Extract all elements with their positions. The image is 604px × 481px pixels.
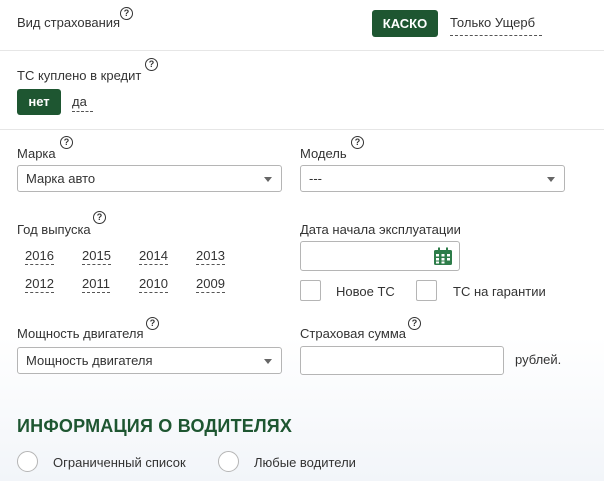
brand-label: Марка <box>17 146 56 161</box>
divider <box>0 129 604 130</box>
kasko-button[interactable]: КАСКО <box>372 10 438 37</box>
credit-yes-option[interactable]: да <box>72 94 93 112</box>
any-drivers-label: Любые водители <box>254 455 356 470</box>
model-select-value: --- <box>309 171 322 186</box>
power-label: Мощность двигателя <box>17 326 144 341</box>
chevron-down-icon <box>547 177 555 182</box>
model-label: Модель <box>300 146 347 161</box>
help-icon[interactable]: ? <box>146 317 159 330</box>
help-icon[interactable]: ? <box>351 136 364 149</box>
power-select-value: Мощность двигателя <box>26 353 153 368</box>
new-vehicle-label: Новое ТС <box>336 284 395 299</box>
help-icon[interactable]: ? <box>145 58 158 71</box>
help-icon[interactable]: ? <box>93 211 106 224</box>
year-option[interactable]: 2016 <box>25 248 54 265</box>
limited-list-label: Ограниченный список <box>53 455 186 470</box>
sum-input[interactable] <box>300 346 504 375</box>
chevron-down-icon <box>264 359 272 364</box>
credit-label: ТС куплено в кредит <box>17 68 142 83</box>
help-icon[interactable]: ? <box>60 136 73 149</box>
chevron-down-icon <box>264 177 272 182</box>
year-option[interactable]: 2015 <box>82 248 111 265</box>
any-drivers-radio[interactable] <box>218 451 239 472</box>
power-select[interactable]: Мощность двигателя <box>17 347 282 374</box>
operation-start-label: Дата начала эксплуатации <box>300 222 461 237</box>
help-icon[interactable]: ? <box>408 317 421 330</box>
calendar-icon[interactable] <box>433 247 453 266</box>
year-option[interactable]: 2013 <box>196 248 225 265</box>
sum-unit: рублей. <box>515 352 562 367</box>
divider <box>0 50 604 51</box>
year-option[interactable]: 2009 <box>196 276 225 293</box>
limited-list-radio[interactable] <box>17 451 38 472</box>
operation-start-input[interactable] <box>300 241 460 271</box>
credit-no-button[interactable]: нет <box>17 89 61 115</box>
warranty-label: ТС на гарантии <box>453 284 546 299</box>
year-option[interactable]: 2011 <box>82 276 110 293</box>
brand-select-value: Марка авто <box>26 171 96 186</box>
damage-only-option[interactable]: Только Ущерб <box>450 15 542 36</box>
help-icon[interactable]: ? <box>120 7 133 20</box>
sum-label: Страховая сумма <box>300 326 406 341</box>
model-select[interactable]: --- <box>300 165 565 192</box>
new-vehicle-checkbox[interactable] <box>300 280 321 301</box>
insurance-type-label: Вид страхования <box>17 15 121 30</box>
year-option[interactable]: 2010 <box>139 276 168 293</box>
drivers-section-title: ИНФОРМАЦИЯ О ВОДИТЕЛЯХ <box>17 416 293 436</box>
year-label: Год выпуска <box>17 222 91 237</box>
year-option[interactable]: 2014 <box>139 248 168 265</box>
brand-select[interactable]: Марка авто <box>17 165 282 192</box>
year-option[interactable]: 2012 <box>25 276 54 293</box>
warranty-checkbox[interactable] <box>416 280 437 301</box>
